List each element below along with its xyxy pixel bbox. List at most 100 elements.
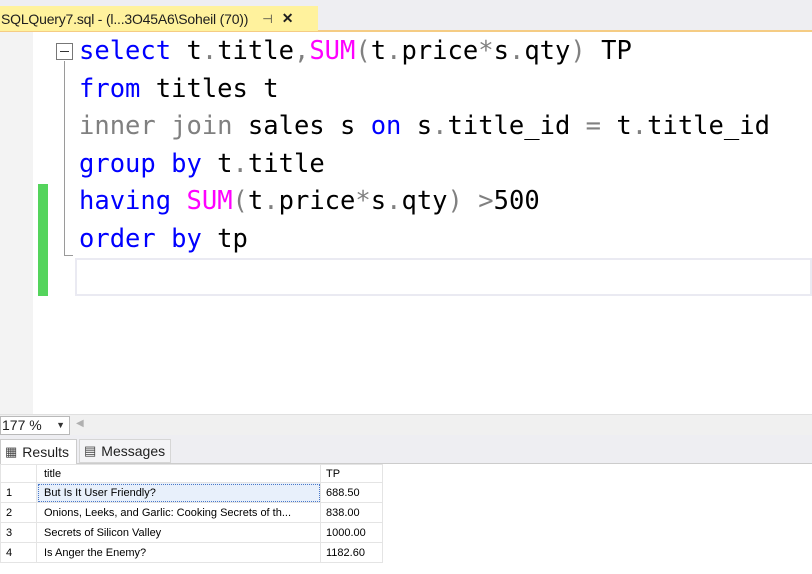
- code-token: .: [508, 36, 525, 66]
- editor-gutter: [0, 32, 33, 414]
- code-token: sales s: [232, 111, 371, 142]
- code-token: on: [370, 111, 402, 142]
- messages-icon: ▤: [84, 443, 97, 458]
- results-grid[interactable]: title TP 1 But Is It User Friendly? 688.50…: [0, 464, 812, 574]
- tab-results[interactable]: ▦ Results: [0, 439, 77, 464]
- results-tab-strip: ▦ Results ▤ Messages: [0, 435, 812, 464]
- tab-results-label: Results: [22, 444, 69, 460]
- code-token: title_id: [447, 111, 586, 142]
- row-number[interactable]: 2: [0, 502, 37, 523]
- code-token: select: [79, 36, 172, 66]
- pin-icon[interactable]: ⊣: [262, 12, 272, 26]
- code-token: *: [478, 36, 494, 66]
- table-row[interactable]: 1 But Is It User Friendly? 688.50: [0, 482, 383, 503]
- code-token: t: [171, 36, 202, 66]
- code-token: =: [585, 111, 602, 142]
- cell-tp[interactable]: 1182.60: [320, 542, 383, 563]
- code-token: ,: [293, 36, 310, 66]
- scroll-left-icon[interactable]: ◀: [76, 418, 84, 429]
- code-line[interactable]: order by tp: [79, 221, 248, 258]
- zoom-select[interactable]: 177 % ▼: [0, 416, 70, 435]
- code-line[interactable]: select t.title,SUM(t.price*s.qty) TP: [79, 33, 632, 70]
- code-line[interactable]: inner join sales s on s.title_id = t.tit…: [79, 108, 770, 145]
- code-token: tp: [201, 224, 248, 254]
- code-token: .: [386, 36, 402, 66]
- code-token: .: [201, 36, 218, 66]
- code-line[interactable]: group by t.title: [79, 146, 325, 183]
- change-indicator-bar: [38, 258, 48, 296]
- code-token: (: [232, 186, 248, 217]
- code-token: .: [263, 186, 279, 217]
- cell-tp[interactable]: 838.00: [320, 502, 383, 523]
- code-token: ): [570, 36, 586, 66]
- code-token: ): [447, 186, 463, 217]
- code-token: *: [355, 186, 371, 217]
- row-number[interactable]: 1: [0, 482, 37, 503]
- tab-messages-label: Messages: [101, 443, 166, 459]
- code-token: t: [370, 36, 387, 66]
- row-header-corner[interactable]: [0, 464, 37, 483]
- table-row[interactable]: 3 Secrets of Silicon Valley 1000.00: [0, 522, 383, 543]
- code-token: (: [355, 36, 371, 66]
- code-token: SUM: [186, 186, 233, 217]
- grid-header-row: title TP: [0, 464, 383, 483]
- code-token: price: [401, 36, 479, 66]
- collapse-icon[interactable]: [56, 43, 73, 60]
- document-tab-strip: SQLQuery7.sql - (l...3O45A6\Soheil (70))…: [0, 0, 812, 32]
- column-header-title[interactable]: title: [36, 464, 321, 483]
- column-header-tp[interactable]: TP: [320, 464, 383, 483]
- row-number[interactable]: 3: [0, 522, 37, 543]
- code-token: s: [370, 186, 387, 217]
- grid-icon: ▦: [5, 444, 18, 459]
- code-token: title: [247, 148, 325, 179]
- row-number[interactable]: 4: [0, 542, 37, 563]
- cell-tp[interactable]: 1000.00: [320, 522, 383, 543]
- chevron-down-icon[interactable]: ▼: [56, 417, 65, 434]
- code-line[interactable]: from titles t: [79, 71, 279, 108]
- code-token: SUM: [309, 36, 356, 66]
- cell-tp[interactable]: 688.50: [320, 482, 383, 503]
- code-token: titles t: [140, 73, 279, 104]
- close-icon[interactable]: ✕: [282, 10, 294, 27]
- code-line[interactable]: having SUM(t.price*s.qty) >500: [79, 183, 540, 220]
- code-token: qty: [401, 186, 448, 217]
- query-editor[interactable]: select t.title,SUM(t.price*s.qty) TP from…: [0, 32, 812, 414]
- cell-title[interactable]: Is Anger the Enemy?: [36, 542, 321, 563]
- code-token: s: [401, 111, 433, 142]
- code-token: qty: [524, 36, 571, 66]
- cell-title[interactable]: But Is It User Friendly?: [36, 482, 321, 503]
- code-token: price: [278, 186, 356, 217]
- zoom-value: 177 %: [2, 417, 42, 433]
- code-token: title_id: [647, 111, 770, 142]
- code-token: group by: [79, 148, 202, 179]
- tab-title: SQLQuery7.sql - (l...3O45A6\Soheil (70)): [1, 10, 249, 27]
- code-token: order by: [79, 224, 202, 254]
- code-token: t: [201, 148, 233, 179]
- code-token: .: [232, 148, 248, 179]
- table-row[interactable]: 4 Is Anger the Enemy? 1182.60: [0, 542, 383, 563]
- code-token: inner join: [79, 111, 233, 142]
- outline-guide: [64, 61, 65, 256]
- code-token: s: [493, 36, 509, 66]
- change-indicator-bar: [38, 184, 48, 258]
- code-token: t: [601, 111, 632, 142]
- code-token: >: [478, 186, 494, 217]
- tab-messages[interactable]: ▤ Messages: [79, 439, 171, 463]
- code-token: .: [631, 111, 648, 142]
- code-token: .: [432, 111, 448, 142]
- cell-title[interactable]: Secrets of Silicon Valley: [36, 522, 321, 543]
- code-token: from: [79, 73, 141, 104]
- current-line-highlight: [75, 258, 812, 296]
- code-token: TP: [585, 36, 632, 66]
- results-table: title TP 1 But Is It User Friendly? 688.50…: [0, 464, 383, 563]
- tab-sqlquery7[interactable]: SQLQuery7.sql - (l...3O45A6\Soheil (70))…: [0, 6, 318, 31]
- code-token: having: [79, 186, 172, 217]
- code-token: .: [386, 186, 402, 217]
- cell-title[interactable]: Onions, Leeks, and Garlic: Cooking Secre…: [36, 502, 321, 523]
- code-token: title: [217, 36, 294, 66]
- table-row[interactable]: 2 Onions, Leeks, and Garlic: Cooking Secr…: [0, 502, 383, 523]
- outline-guide-end: [64, 255, 73, 256]
- code-token: t: [247, 186, 264, 217]
